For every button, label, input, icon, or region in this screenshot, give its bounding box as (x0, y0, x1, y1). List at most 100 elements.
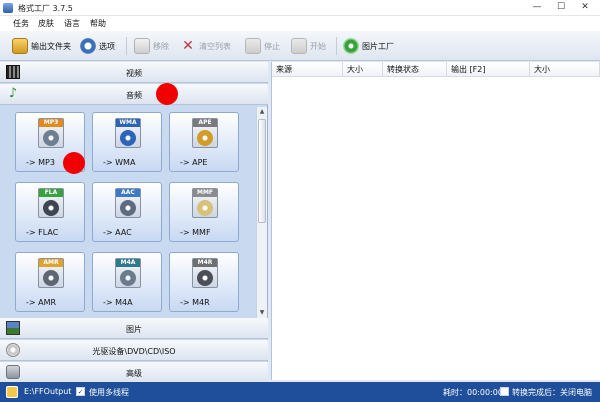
format-badge: MP3 (39, 119, 63, 127)
shutdown-label: 转换完成后：关闭电脑 (512, 388, 592, 397)
multithread-checkbox[interactable]: ✓ (76, 387, 85, 396)
category-video[interactable]: 视频 (0, 62, 268, 83)
category-video-label: 视频 (126, 69, 142, 78)
output-path[interactable]: E:\FFOutput (24, 387, 71, 396)
menu-skin[interactable]: 皮肤 (38, 18, 54, 29)
m4r-icon: M4R (192, 258, 218, 288)
category-audio[interactable]: ♪ 音频 (0, 84, 268, 105)
start-icon (291, 38, 307, 54)
scroll-up-arrow-icon[interactable]: ▲ (257, 107, 267, 117)
column-source[interactable]: 来源 (272, 62, 343, 77)
task-list[interactable]: 来源 大小 转换状态 输出 [F2] 大小 (271, 62, 600, 380)
saxophone-icon (197, 130, 213, 146)
format-tile-wma[interactable]: WMA -> WMA (92, 112, 162, 172)
column-size[interactable]: 大小 (343, 62, 383, 77)
flac-icon: FLA (38, 188, 64, 218)
format-label: -> M4R (180, 298, 210, 307)
format-badge: AAC (116, 189, 140, 197)
column-output-size[interactable]: 大小 (530, 62, 600, 77)
format-label: -> MP3 (26, 158, 55, 167)
grid-scrollbar[interactable]: ▲ ▼ (256, 107, 267, 318)
folder-icon (12, 38, 28, 54)
format-badge: MMF (193, 189, 217, 197)
stop-icon (245, 38, 261, 54)
phone-icon (43, 270, 59, 286)
start-label: 开始 (310, 41, 326, 51)
category-advanced[interactable]: 高级 (0, 362, 268, 383)
scroll-thumb[interactable] (258, 119, 266, 223)
menu-help[interactable]: 帮助 (90, 18, 106, 29)
format-badge: M4A (116, 259, 140, 267)
format-label: -> M4A (103, 298, 133, 307)
format-badge: M4R (193, 259, 217, 267)
multithread-label: 使用多线程 (89, 388, 129, 397)
category-optical[interactable]: 光驱设备\DVD\CD\ISO (0, 340, 268, 361)
window-title: 格式工厂 3.7.5 (18, 4, 73, 13)
stop-label: 停止 (264, 41, 280, 51)
m4a-icon: M4A (115, 258, 141, 288)
format-tile-flac[interactable]: FLA -> FLAC (15, 182, 85, 242)
toolbar-separator (126, 37, 127, 55)
function-panel: 视频 ♪ 音频 MP3 -> MP3 WMA -> WMA APE -> APE (0, 62, 268, 383)
elapsed-time: 耗时：00:00:00 (443, 388, 503, 397)
maximize-button[interactable]: ☐ (553, 1, 569, 15)
category-picture[interactable]: 图片 (0, 318, 268, 339)
format-tile-ape[interactable]: APE -> APE (169, 112, 239, 172)
picture-factory-button[interactable]: 图片工厂 (343, 36, 394, 56)
status-bar: E:\FFOutput ✓ 使用多线程 耗时：00:00:00 转换完成后：关闭… (0, 382, 600, 402)
remove-label: 移除 (153, 41, 169, 51)
remove-icon (134, 38, 150, 54)
close-button[interactable]: ✕ (577, 1, 593, 15)
click-marker (63, 152, 85, 174)
app-icon (3, 3, 13, 13)
format-label: -> MMF (180, 228, 211, 237)
output-folder-icon[interactable] (6, 386, 18, 398)
category-advanced-label: 高级 (126, 369, 142, 378)
format-tile-mmf[interactable]: MMF -> MMF (169, 182, 239, 242)
output-folder-button[interactable]: 输出文件夹 (12, 36, 71, 56)
headphones-icon (43, 200, 59, 216)
wma-icon: WMA (115, 118, 141, 148)
options-button[interactable]: 选项 (80, 36, 115, 56)
phone-icon (197, 270, 213, 286)
picture-factory-label: 图片工厂 (362, 41, 394, 51)
mp3-icon: MP3 (38, 118, 64, 148)
start-button[interactable]: 开始 (291, 36, 326, 56)
minimize-button[interactable]: — (529, 1, 545, 15)
remove-button[interactable]: 移除 (134, 36, 169, 56)
format-label: -> AMR (26, 298, 57, 307)
format-label: -> APE (180, 158, 208, 167)
stop-button[interactable]: 停止 (245, 36, 280, 56)
format-tile-m4r[interactable]: M4R -> M4R (169, 252, 239, 312)
format-tile-aac[interactable]: AAC -> AAC (92, 182, 162, 242)
format-label: -> WMA (103, 158, 136, 167)
picture-factory-icon (343, 38, 359, 54)
speaker-icon (43, 130, 59, 146)
aac-icon: AAC (115, 188, 141, 218)
format-tile-m4a[interactable]: M4A -> M4A (92, 252, 162, 312)
category-picture-label: 图片 (126, 325, 142, 334)
column-output[interactable]: 输出 [F2] (447, 62, 530, 77)
category-optical-label: 光驱设备\DVD\CD\ISO (92, 347, 176, 356)
scroll-down-arrow-icon[interactable]: ▼ (257, 308, 267, 318)
output-folder-label: 输出文件夹 (31, 41, 71, 51)
format-tile-amr[interactable]: AMR -> AMR (15, 252, 85, 312)
column-status[interactable]: 转换状态 (383, 62, 447, 77)
menu-task[interactable]: 任务 (13, 18, 29, 29)
format-label: -> FLAC (26, 228, 59, 237)
format-badge: APE (193, 119, 217, 127)
format-badge: AMR (39, 259, 63, 267)
format-badge: FLA (39, 189, 63, 197)
speaker-icon (120, 200, 136, 216)
shutdown-checkbox[interactable] (500, 387, 509, 396)
category-audio-label: 音频 (126, 91, 142, 100)
clear-icon: ✕ (182, 38, 194, 54)
menu-language[interactable]: 语言 (64, 18, 80, 29)
clear-list-button[interactable]: ✕ 清空列表 (180, 36, 231, 56)
mmf-icon: MMF (192, 188, 218, 218)
phone-icon (120, 270, 136, 286)
title-bar: 格式工厂 3.7.5 — ☐ ✕ (0, 0, 600, 16)
play-icon (120, 130, 136, 146)
audio-format-grid: MP3 -> MP3 WMA -> WMA APE -> APE FLA -> … (3, 109, 253, 319)
amr-icon: AMR (38, 258, 64, 288)
